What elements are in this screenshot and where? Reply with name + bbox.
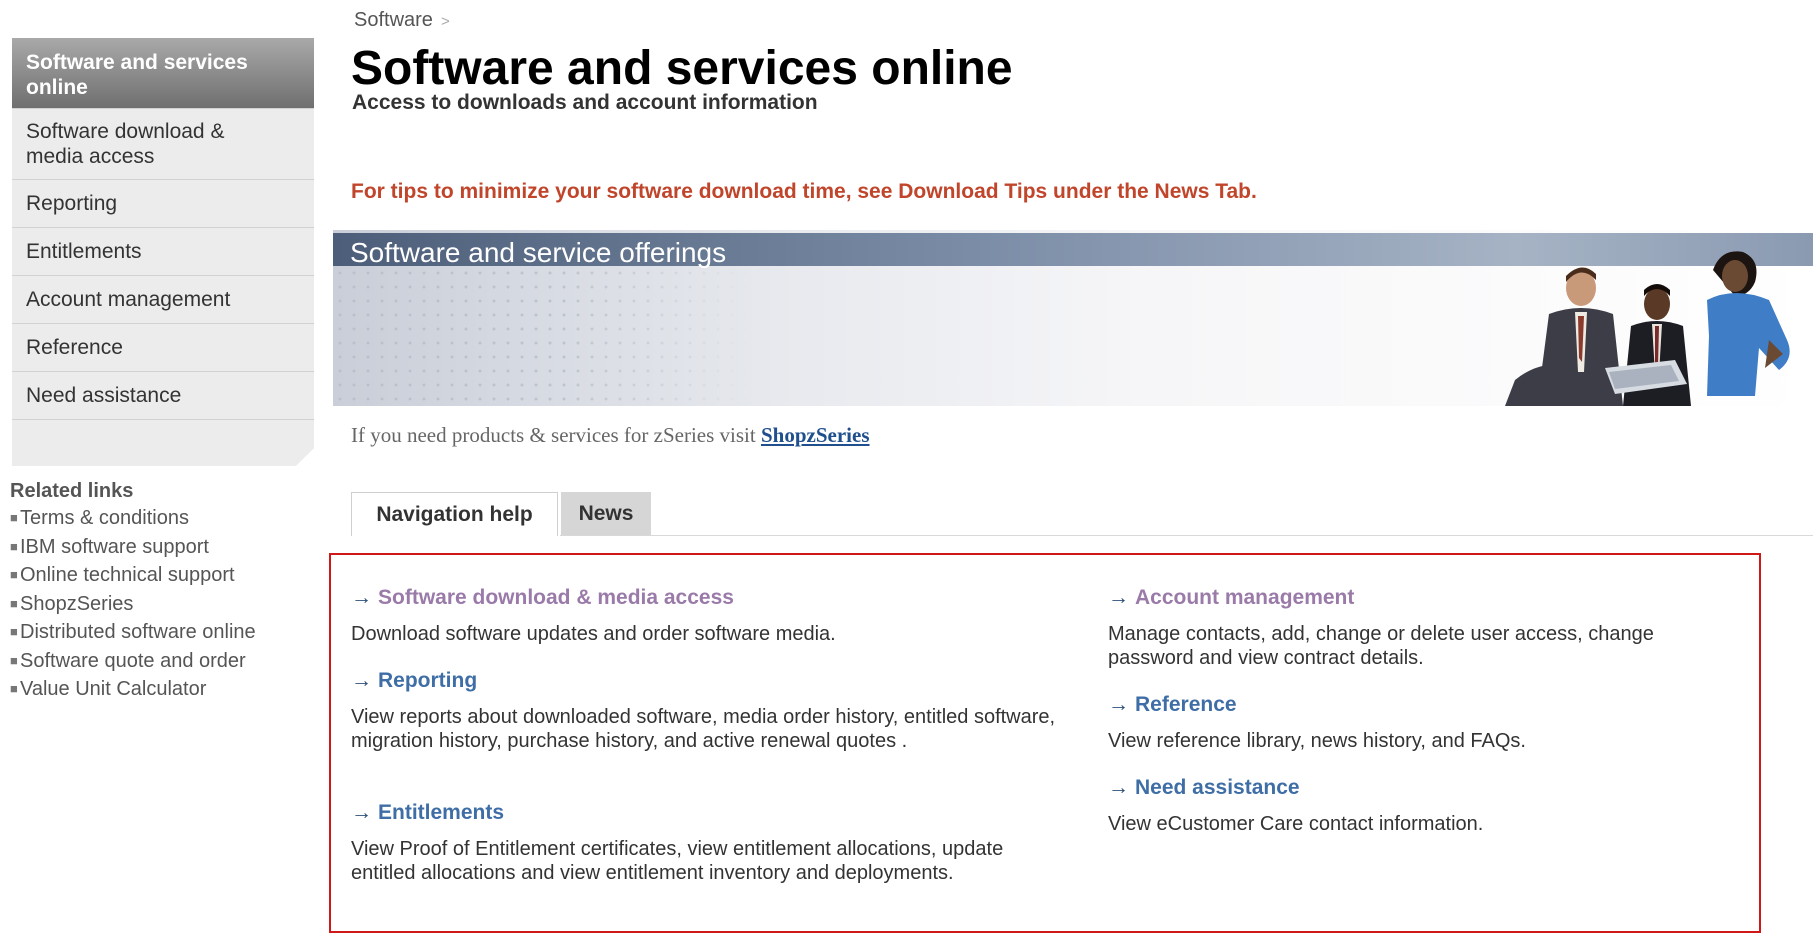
banner-title: Software and service offerings xyxy=(350,237,727,268)
related-link-terms[interactable]: Terms & conditions xyxy=(20,507,189,529)
help-description: View reports about downloaded software, … xyxy=(351,706,1056,752)
help-link-software-download[interactable]: → Software download & media access xyxy=(351,585,836,611)
related-link-distributed-software[interactable]: Distributed software online xyxy=(20,621,256,643)
help-link-entitlements[interactable]: → Entitlements xyxy=(351,800,1071,826)
page-subtitle: Access to downloads and account informat… xyxy=(352,91,818,114)
help-link-label: Reporting xyxy=(378,669,478,692)
business-people-image xyxy=(1505,251,1790,406)
help-description: View Proof of Entitlement certificates, … xyxy=(351,838,1004,884)
navigation-help-panel: → Software download & media access Downlo… xyxy=(329,553,1761,933)
help-link-label: Need assistance xyxy=(1135,776,1300,799)
page-title: Software and services online xyxy=(351,42,1013,95)
help-section-need-assistance: → Need assistance View eCustomer Care con… xyxy=(1108,775,1748,836)
help-link-need-assistance[interactable]: → Need assistance xyxy=(1108,775,1748,801)
breadcrumb: Software > xyxy=(354,9,450,32)
nav-item-software-download[interactable]: Software download & media access xyxy=(12,108,314,179)
help-description: Download software updates and order soft… xyxy=(351,623,836,645)
banner-dot-pattern xyxy=(333,266,753,406)
help-section-account-management: → Account management Manage contacts, add… xyxy=(1108,585,1748,670)
zseries-notice: If you need products & services for zSer… xyxy=(351,423,870,448)
arrow-right-icon: → xyxy=(351,586,372,609)
help-description: Manage contacts, add, change or delete u… xyxy=(1108,623,1654,669)
related-link-item: ■ Value Unit Calculator xyxy=(10,675,320,704)
help-link-label: Reference xyxy=(1135,693,1237,716)
zseries-notice-text: If you need products & services for zSer… xyxy=(351,423,756,447)
nav-item-account-management[interactable]: Account management xyxy=(12,275,314,323)
help-link-label: Software download & media access xyxy=(378,586,734,609)
related-link-shopzseries[interactable]: ShopzSeries xyxy=(20,593,133,615)
help-section-software-download: → Software download & media access Downlo… xyxy=(351,585,836,646)
help-description: View reference library, news history, an… xyxy=(1108,730,1526,752)
help-link-reporting[interactable]: → Reporting xyxy=(351,668,1071,694)
arrow-right-icon: → xyxy=(1108,586,1129,609)
tab-divider xyxy=(560,535,1813,536)
help-section-reporting: → Reporting View reports about downloaded… xyxy=(351,668,1071,753)
related-link-item: ■ IBM software support xyxy=(10,533,320,562)
help-link-account-management[interactable]: → Account management xyxy=(1108,585,1748,611)
help-section-entitlements: → Entitlements View Proof of Entitlement … xyxy=(351,800,1071,885)
nav-item-label: Account management xyxy=(26,288,231,311)
breadcrumb-separator: > xyxy=(440,13,450,30)
nav-item-label: Reference xyxy=(26,336,123,359)
related-link-software-quote[interactable]: Software quote and order xyxy=(20,650,246,672)
bullet-icon: ■ xyxy=(10,567,18,582)
related-links: Related links ■ Terms & conditions ■ IBM s… xyxy=(10,478,320,704)
nav-item-label: Reporting xyxy=(26,192,118,215)
related-links-list: ■ Terms & conditions ■ IBM software suppor… xyxy=(10,504,320,704)
nav-item-entitlements[interactable]: Entitlements xyxy=(12,227,314,275)
arrow-right-icon: → xyxy=(351,801,372,824)
nav-item-reference[interactable]: Reference xyxy=(12,323,314,371)
bullet-icon: ■ xyxy=(10,652,18,668)
related-link-item: ■ Online technical support xyxy=(10,561,320,590)
breadcrumb-software[interactable]: Software xyxy=(354,9,433,31)
arrow-right-icon: → xyxy=(1108,776,1129,799)
related-link-item: ■ Distributed software online xyxy=(10,618,320,647)
arrow-right-icon: → xyxy=(351,669,372,692)
nav-item-label: Entitlements xyxy=(26,240,142,263)
left-navigation: Software and services online Software do… xyxy=(12,38,314,466)
help-link-reference[interactable]: → Reference xyxy=(1108,692,1748,718)
help-link-label: Entitlements xyxy=(378,801,505,824)
related-link-item: ■ Software quote and order xyxy=(10,647,320,676)
download-tip-message: For tips to minimize your software downl… xyxy=(351,180,1257,203)
related-link-online-technical-support[interactable]: Online technical support xyxy=(20,564,235,586)
nav-item-label: Need assistance xyxy=(26,384,182,407)
nav-item-reporting[interactable]: Reporting xyxy=(12,179,314,227)
bullet-icon: ■ xyxy=(10,595,18,611)
bullet-icon: ■ xyxy=(10,538,18,554)
related-link-ibm-software-support[interactable]: IBM software support xyxy=(20,536,209,558)
shopzseries-link[interactable]: ShopzSeries xyxy=(761,423,870,447)
offerings-banner: Software and service offerings xyxy=(333,230,1813,406)
bullet-icon: ■ xyxy=(10,510,18,525)
arrow-right-icon: → xyxy=(1108,693,1129,716)
tab-news[interactable]: News xyxy=(561,492,651,536)
tab-navigation-help[interactable]: Navigation help xyxy=(351,492,558,536)
related-links-title: Related links xyxy=(10,480,134,502)
nav-item-active-software-and-services-online[interactable]: Software and services online xyxy=(12,38,314,108)
help-section-reference: → Reference View reference library, news … xyxy=(1108,692,1748,753)
bullet-icon: ■ xyxy=(10,624,18,639)
nav-item-label: Software download & media access xyxy=(26,120,225,168)
related-link-item: ■ ShopzSeries xyxy=(10,590,320,619)
help-link-label: Account management xyxy=(1135,586,1355,609)
related-link-item: ■ Terms & conditions xyxy=(10,504,320,533)
bullet-icon: ■ xyxy=(10,681,18,696)
related-link-value-unit-calculator[interactable]: Value Unit Calculator xyxy=(20,678,206,700)
nav-footer xyxy=(12,419,314,466)
help-description: View eCustomer Care contact information. xyxy=(1108,813,1484,835)
nav-item-need-assistance[interactable]: Need assistance xyxy=(12,371,314,419)
